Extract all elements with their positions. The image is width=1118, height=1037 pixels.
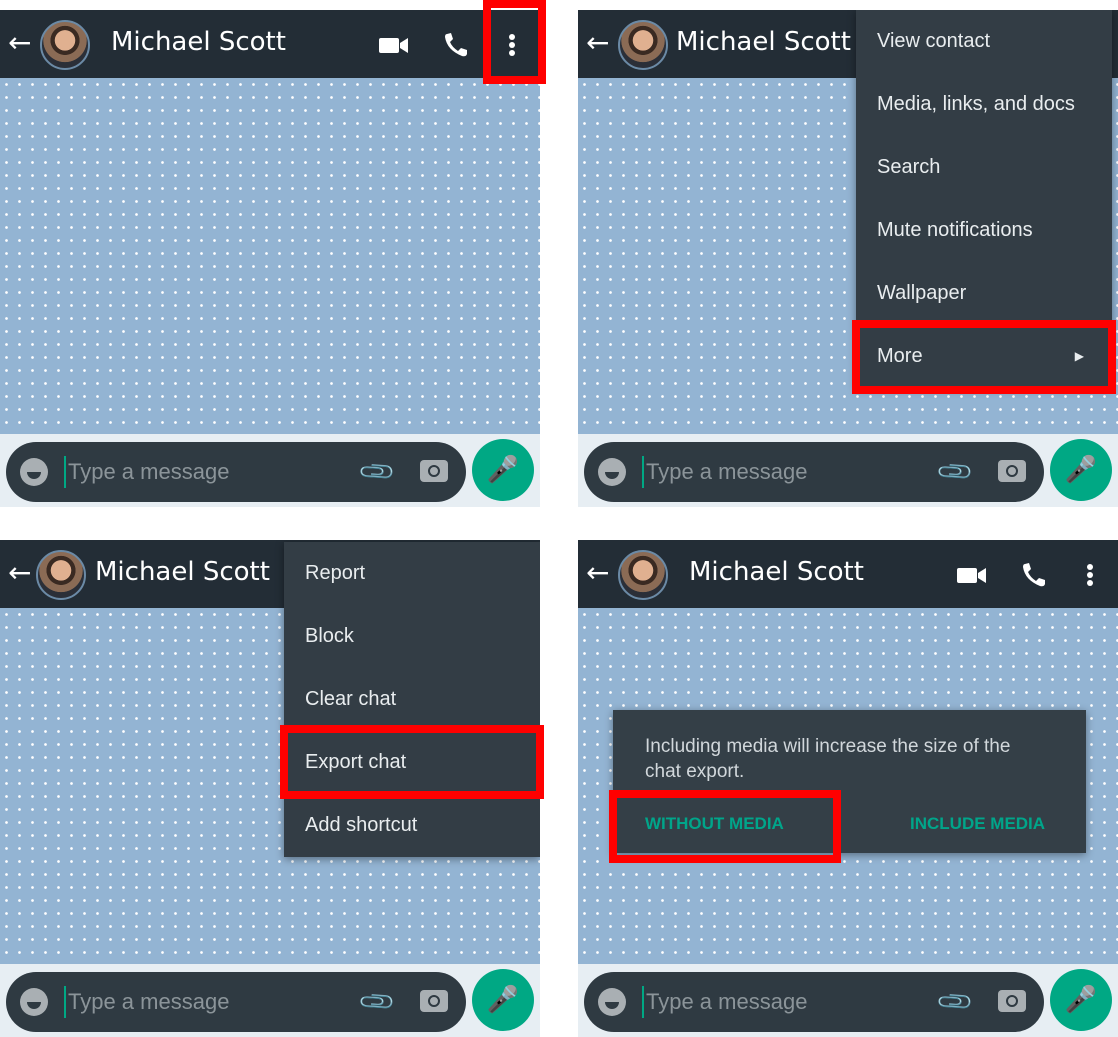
contact-name[interactable]: Michael Scott (689, 555, 864, 589)
menu-item-more[interactable]: More ▶ (856, 325, 1112, 388)
emoji-icon[interactable] (20, 988, 48, 1016)
chat-header: ← Michael Scott (0, 10, 540, 78)
paperclip-icon[interactable]: 📎 (356, 452, 397, 493)
composer: Type a message 📎 🎤 (578, 434, 1118, 507)
step-4-panel: ← Michael Scott Type a message 📎 🎤 Inclu… (578, 540, 1118, 1037)
menu-item-search[interactable]: Search (856, 136, 1112, 199)
message-input[interactable]: Type a message 📎 (584, 972, 1044, 1032)
composer: Type a message 📎 🎤 (578, 964, 1118, 1037)
paperclip-icon[interactable]: 📎 (934, 982, 975, 1023)
step-2-panel: ← Michael Scott Type a message 📎 🎤 View … (578, 10, 1118, 507)
avatar[interactable] (618, 20, 668, 70)
message-placeholder: Type a message (646, 989, 808, 1014)
arrow-left-icon[interactable]: ← (8, 558, 31, 588)
menu-item-media-links-docs[interactable]: Media, links, and docs (856, 73, 1112, 136)
menu-item-wallpaper[interactable]: Wallpaper (856, 262, 1112, 325)
chat-header: ← Michael Scott (578, 540, 1118, 608)
phone-icon[interactable] (442, 30, 470, 60)
message-placeholder: Type a message (646, 459, 808, 484)
menu-item-clear-chat[interactable]: Clear chat (284, 668, 540, 731)
caret-right-icon: ▶ (1074, 349, 1084, 363)
avatar[interactable] (36, 550, 86, 600)
menu-item-export-chat[interactable]: Export chat (284, 731, 540, 794)
menu-item-report[interactable]: Report (284, 542, 540, 605)
avatar[interactable] (40, 20, 90, 70)
menu-item-add-shortcut[interactable]: Add shortcut (284, 794, 540, 857)
phone-icon[interactable] (1020, 560, 1048, 590)
emoji-icon[interactable] (20, 458, 48, 486)
emoji-icon[interactable] (598, 988, 626, 1016)
message-input[interactable]: Type a message 📎 (6, 972, 466, 1032)
video-camera-icon[interactable] (956, 560, 988, 590)
overflow-menu: View contact Media, links, and docs Sear… (856, 10, 1112, 388)
microphone-icon[interactable]: 🎤 (1050, 969, 1112, 1031)
more-submenu: Report Block Clear chat Export chat Add … (284, 542, 540, 857)
contact-name[interactable]: Michael Scott (95, 555, 270, 589)
message-placeholder: Type a message (68, 459, 230, 484)
microphone-icon[interactable]: 🎤 (472, 439, 534, 501)
camera-icon[interactable] (998, 990, 1026, 1012)
menu-item-mute-notifications[interactable]: Mute notifications (856, 199, 1112, 262)
menu-item-block[interactable]: Block (284, 605, 540, 668)
composer: Type a message 📎 🎤 (0, 964, 540, 1037)
camera-icon[interactable] (998, 460, 1026, 482)
message-placeholder: Type a message (68, 989, 230, 1014)
avatar[interactable] (618, 550, 668, 600)
arrow-left-icon[interactable]: ← (8, 28, 31, 58)
camera-icon[interactable] (420, 460, 448, 482)
dialog-message: Including media will increase the size o… (645, 736, 1011, 782)
paperclip-icon[interactable]: 📎 (356, 982, 397, 1023)
export-dialog: Including media will increase the size o… (613, 710, 1086, 853)
more-vert-icon[interactable] (1083, 560, 1097, 590)
more-vert-icon[interactable] (505, 30, 519, 60)
arrow-left-icon[interactable]: ← (586, 28, 609, 58)
microphone-icon[interactable]: 🎤 (1050, 439, 1112, 501)
menu-item-view-contact[interactable]: View contact (856, 10, 1112, 73)
message-input[interactable]: Type a message 📎 (584, 442, 1044, 502)
without-media-button[interactable]: WITHOUT MEDIA (645, 814, 784, 834)
step-3-panel: ← Michael Scott Type a message 📎 🎤 Repor… (0, 540, 540, 1037)
contact-name[interactable]: Michael Scott (676, 25, 851, 59)
video-camera-icon[interactable] (378, 30, 410, 60)
composer: Type a message 📎 🎤 (0, 434, 540, 507)
camera-icon[interactable] (420, 990, 448, 1012)
microphone-icon[interactable]: 🎤 (472, 969, 534, 1031)
arrow-left-icon[interactable]: ← (586, 558, 609, 588)
chat-area (0, 78, 540, 434)
message-input[interactable]: Type a message 📎 (6, 442, 466, 502)
include-media-button[interactable]: INCLUDE MEDIA (910, 814, 1045, 834)
contact-name[interactable]: Michael Scott (111, 25, 286, 59)
paperclip-icon[interactable]: 📎 (934, 452, 975, 493)
emoji-icon[interactable] (598, 458, 626, 486)
menu-item-more-label: More (877, 345, 923, 367)
step-1-panel: ← Michael Scott Type a message 📎 🎤 (0, 10, 540, 507)
